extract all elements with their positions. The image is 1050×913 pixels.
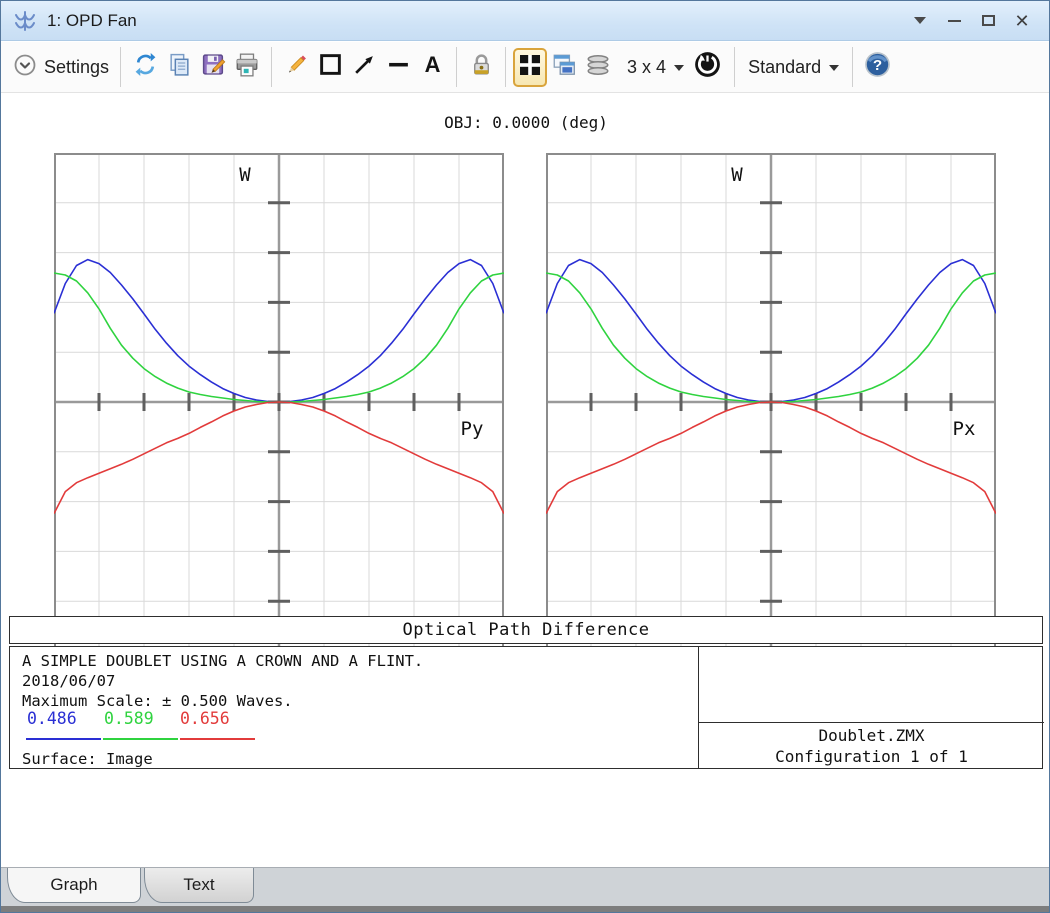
layers-icon	[585, 52, 611, 83]
chart-title-box: Optical Path Difference	[9, 616, 1043, 644]
chart-title: Optical Path Difference	[403, 620, 650, 640]
help-button[interactable]: ?	[860, 46, 894, 88]
svg-text:A: A	[424, 52, 440, 77]
toolbar-separator	[120, 47, 121, 87]
info-right-cell: Doublet.ZMX Configuration 1 of 1	[698, 647, 1044, 768]
rectangle-icon	[318, 52, 343, 82]
draw-line-button[interactable]	[381, 46, 415, 88]
print-icon	[234, 52, 260, 83]
lock-icon	[469, 52, 494, 82]
field-header: OBJ: 0.0000 (deg)	[1, 113, 1050, 132]
app-lens-icon	[11, 7, 39, 35]
tab-bar: Graph Text	[1, 867, 1049, 906]
titlebar[interactable]: 1: OPD Fan ✕	[1, 1, 1049, 41]
configuration-label: Configuration 1 of 1	[775, 746, 968, 767]
tile-windows-button[interactable]	[513, 48, 547, 87]
lock-button[interactable]	[464, 46, 498, 88]
cascade-windows-button[interactable]	[547, 46, 581, 88]
svg-text:W: W	[239, 164, 251, 186]
lens-title: A SIMPLE DOUBLET USING A CROWN AND A FLI…	[22, 652, 423, 670]
settings-chevron-icon	[13, 53, 37, 82]
display-style-dropdown[interactable]: Standard	[742, 46, 845, 88]
close-button[interactable]: ✕	[1005, 8, 1039, 34]
window-title: 1: OPD Fan	[47, 11, 137, 31]
file-name: Doublet.ZMX	[819, 725, 925, 746]
arrow-icon	[352, 52, 377, 82]
svg-text:Px: Px	[953, 418, 976, 440]
auto-update-icon	[694, 51, 721, 83]
file-info-cell: Doublet.ZMX Configuration 1 of 1	[699, 722, 1044, 769]
chevron-down-icon	[829, 65, 839, 71]
tile-windows-icon	[518, 53, 542, 82]
draw-arrow-button[interactable]	[347, 46, 381, 88]
tab-text[interactable]: Text	[144, 868, 254, 903]
refresh-icon	[133, 52, 158, 82]
wavelength-value-green: 0.589	[104, 709, 154, 728]
layers-button[interactable]	[581, 46, 615, 88]
wavelength-line-green	[103, 738, 178, 740]
save-button[interactable]	[196, 46, 230, 88]
print-button[interactable]	[230, 46, 264, 88]
display-style-value: Standard	[748, 57, 821, 78]
toolbar-separator	[852, 47, 853, 87]
toolbar-separator	[505, 47, 506, 87]
draw-pencil-button[interactable]	[279, 46, 313, 88]
opd-plot-sagittal: W Px	[546, 153, 996, 651]
auto-update-button[interactable]	[690, 46, 724, 88]
surface-label: Surface: Image	[22, 750, 153, 768]
toolbar-separator	[734, 47, 735, 87]
chevron-down-icon	[674, 65, 684, 71]
toolbar: Settings	[1, 42, 1049, 93]
svg-text:?: ?	[873, 57, 882, 74]
pencil-icon	[284, 52, 309, 82]
svg-text:Py: Py	[461, 418, 484, 440]
help-icon: ?	[864, 51, 891, 83]
maximize-button[interactable]	[971, 8, 1005, 34]
opd-fan-window: 1: OPD Fan ✕ Settings	[0, 0, 1050, 913]
window-menu-caret-icon[interactable]	[903, 8, 937, 34]
max-scale: Maximum Scale: ± 0.500 Waves.	[22, 692, 293, 710]
text-icon: A	[420, 52, 445, 82]
minimize-button[interactable]	[937, 8, 971, 34]
toolbar-separator	[456, 47, 457, 87]
draw-text-button[interactable]: A	[415, 46, 449, 88]
cascade-windows-icon	[551, 52, 577, 83]
settings-button[interactable]: Settings	[11, 46, 113, 88]
wavelength-line-blue	[26, 738, 101, 740]
copy-button[interactable]	[162, 46, 196, 88]
line-icon	[386, 52, 411, 82]
save-icon	[201, 52, 226, 82]
svg-text:W: W	[731, 164, 743, 186]
opd-plot-tangential: W Py	[54, 153, 504, 651]
grid-layout-value: 3 x 4	[627, 57, 666, 78]
refresh-button[interactable]	[128, 46, 162, 88]
settings-label: Settings	[44, 57, 109, 78]
grid-layout-dropdown[interactable]: 3 x 4	[621, 46, 690, 88]
tab-graph[interactable]: Graph	[7, 868, 141, 903]
date: 2018/06/07	[22, 672, 115, 690]
wavelength-value-red: 0.656	[180, 709, 230, 728]
bottom-strip	[1, 906, 1049, 913]
info-left-cell: A SIMPLE DOUBLET USING A CROWN AND A FLI…	[10, 647, 698, 768]
wavelength-value-blue: 0.486	[27, 709, 77, 728]
info-box: A SIMPLE DOUBLET USING A CROWN AND A FLI…	[9, 646, 1043, 769]
copy-icon	[167, 52, 192, 82]
wavelength-line-red	[180, 738, 255, 740]
draw-rectangle-button[interactable]	[313, 46, 347, 88]
toolbar-separator	[271, 47, 272, 87]
